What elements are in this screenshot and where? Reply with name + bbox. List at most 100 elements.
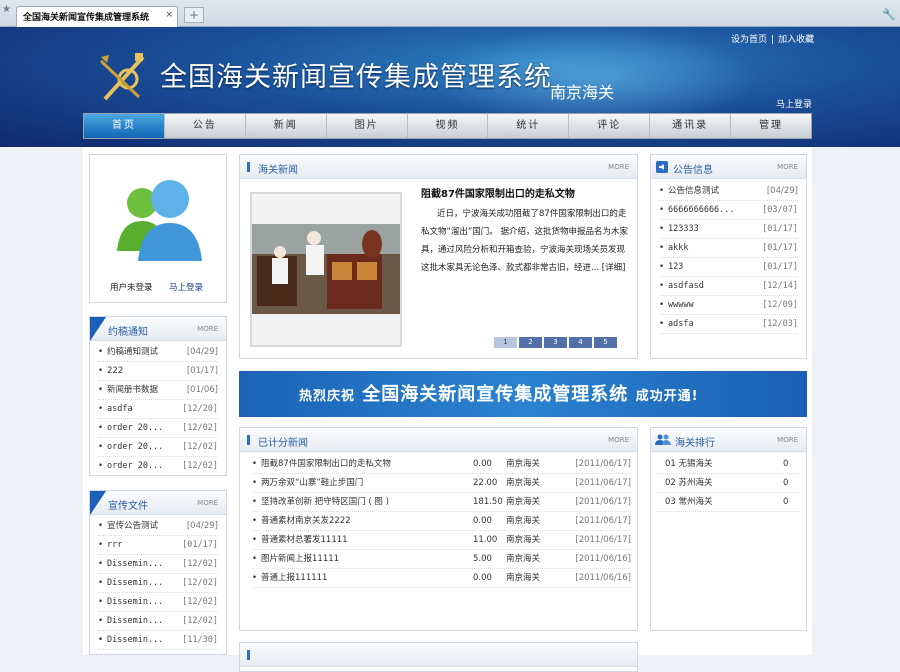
rank-row[interactable]: 01 无锡海关 0: [657, 455, 800, 474]
main-content: 用户未登录 马上登录 约稿通知 MORE 约稿通知测试[04/29] 222[0…: [83, 147, 812, 672]
banner-text: 热烈庆祝 全国海关新闻宣传集成管理系统 成功开通!: [299, 380, 699, 406]
list-item[interactable]: akkk[01/17]: [659, 239, 798, 258]
publicity-more-link[interactable]: MORE: [197, 499, 218, 507]
table-row[interactable]: 坚持改革创新 把守特区国门 ( 图 )181.50南京海关[2011/06/17…: [252, 493, 631, 512]
notices-panel: 公告信息 MORE 公告信息测试[04/29] 6666666666...[03…: [650, 154, 807, 359]
list-item[interactable]: Dissemin...[12/02]: [98, 593, 218, 612]
list-item[interactable]: 宣传公告测试[04/29]: [98, 517, 218, 536]
list-item[interactable]: order 20...[12/02]: [98, 419, 218, 438]
news-pager: 1 2 3 4 5: [494, 337, 617, 348]
list-item[interactable]: 约稿通知测试[04/29]: [98, 343, 218, 362]
publicity-title: 宣传文件: [108, 501, 148, 512]
speaker-icon: [656, 161, 668, 173]
nav-item-notices[interactable]: 公告: [165, 114, 246, 138]
customs-rank-panel: 海关排行 MORE 01 无锡海关 0 02 苏州海关 0 03 常州海关 0: [650, 427, 807, 631]
list-item[interactable]: Dissemin...[11/30]: [98, 631, 218, 650]
new-tab-button[interactable]: +: [184, 7, 204, 23]
news-header: 海关新闻 MORE: [240, 155, 637, 179]
list-item[interactable]: order 20...[12/02]: [98, 457, 218, 476]
scored-news-panel: 已计分新闻 MORE 阻截87件国家限制出口的走私文物0.00南京海关[2011…: [239, 427, 638, 631]
contrib-more-link[interactable]: MORE: [197, 325, 218, 333]
panel-marker: [247, 435, 250, 445]
table-row[interactable]: 阻截87件国家限制出口的走私文物0.00南京海关[2011/06/17]: [252, 455, 631, 474]
scored-title: 已计分新闻: [258, 438, 308, 449]
pager-item[interactable]: 2: [519, 337, 542, 348]
rank-list: 01 无锡海关 0 02 苏州海关 0 03 常州海关 0: [651, 452, 806, 512]
list-item[interactable]: Dissemin...[12/02]: [98, 555, 218, 574]
browser-tab-strip: ★ 全国海关新闻宣传集成管理系统 × + 🔧: [0, 0, 900, 27]
pager-item[interactable]: 4: [569, 337, 592, 348]
set-homepage-link[interactable]: 设为首页: [731, 35, 767, 45]
contrib-header: 约稿通知 MORE: [90, 317, 226, 341]
list-item[interactable]: adsfa[12/03]: [659, 315, 798, 334]
list-item[interactable]: Dissemin...[12/02]: [98, 612, 218, 631]
list-item[interactable]: Dissemin...[12/02]: [98, 574, 218, 593]
table-row[interactable]: 普通素材南京关发22220.00南京海关[2011/06/17]: [252, 512, 631, 531]
list-item[interactable]: 222[01/17]: [98, 362, 218, 381]
list-item[interactable]: asdfasd[12/14]: [659, 277, 798, 296]
notices-more-link[interactable]: MORE: [777, 163, 798, 171]
pager-item[interactable]: 5: [594, 337, 617, 348]
celebration-banner[interactable]: 热烈庆祝 全国海关新闻宣传集成管理系统 成功开通!: [239, 371, 807, 417]
news-photo-image: [252, 224, 400, 314]
next-panel-header: [240, 643, 637, 667]
list-item[interactable]: order 20...[12/02]: [98, 438, 218, 457]
nav-item-admin[interactable]: 管理: [731, 114, 811, 138]
contrib-panel: 约稿通知 MORE 约稿通知测试[04/29] 222[01/17] 新闻册书数…: [89, 316, 227, 476]
pager-item[interactable]: 3: [544, 337, 567, 348]
nav-item-video[interactable]: 视频: [408, 114, 489, 138]
list-item[interactable]: 6666666666...[03/07]: [659, 201, 798, 220]
scored-more-link[interactable]: MORE: [608, 436, 629, 444]
scored-list: 阻截87件国家限制出口的走私文物0.00南京海关[2011/06/17] 两万余…: [240, 452, 637, 588]
list-item[interactable]: 123333[01/17]: [659, 220, 798, 239]
rank-row[interactable]: 02 苏州海关 0: [657, 474, 800, 493]
site-title: 全国海关新闻宣传集成管理系统: [160, 62, 552, 93]
browser-tab-title: 全国海关新闻宣传集成管理系统: [23, 13, 150, 23]
panel-marker: [247, 650, 250, 660]
rank-more-link[interactable]: MORE: [777, 436, 798, 444]
publicity-panel: 宣传文件 MORE 宣传公告测试[04/29] rrr[01/17] Disse…: [89, 490, 227, 655]
pager-item[interactable]: 1: [494, 337, 517, 348]
news-more-link[interactable]: MORE: [608, 163, 629, 171]
table-row[interactable]: 图片新闻上报111115.00南京海关[2011/06/16]: [252, 550, 631, 569]
list-item[interactable]: asdfa[12/20]: [98, 400, 218, 419]
next-panel-partial: [239, 642, 638, 672]
news-title: 海关新闻: [258, 165, 298, 176]
customs-news-panel: 海关新闻 MORE 阻截87件国家限制出口的走私文物 近日，宁波海关成功阻截了8…: [239, 154, 638, 359]
rank-header: 海关排行 MORE: [651, 428, 806, 452]
list-item[interactable]: 123[01/17]: [659, 258, 798, 277]
scored-header: 已计分新闻 MORE: [240, 428, 637, 452]
rank-title: 海关排行: [675, 438, 715, 449]
users-icon: [655, 434, 671, 445]
nav-item-stats[interactable]: 统计: [488, 114, 570, 138]
list-item[interactable]: rrr[01/17]: [98, 536, 218, 555]
tools-wrench-icon[interactable]: 🔧: [882, 8, 896, 21]
main-nav: 首页 公告 新闻 图片 视频 统计 评论 通讯录 管理: [83, 113, 812, 139]
list-item[interactable]: 新闻册书数据[01/06]: [98, 381, 218, 400]
add-favorite-link[interactable]: 加入收藏: [778, 35, 814, 45]
table-row[interactable]: 普通上报1111110.00南京海关[2011/06/16]: [252, 569, 631, 588]
browser-tab[interactable]: 全国海关新闻宣传集成管理系统 ×: [16, 6, 178, 27]
customs-emblem-icon: [99, 53, 145, 101]
table-row[interactable]: 两万余双“山寨”鞋止步国门22.00南京海关[2011/06/17]: [252, 474, 631, 493]
nav-item-home[interactable]: 首页: [84, 114, 165, 138]
nav-item-contacts[interactable]: 通讯录: [650, 114, 732, 138]
nav-item-pictures[interactable]: 图片: [327, 114, 408, 138]
list-item[interactable]: wwwww[12/09]: [659, 296, 798, 315]
panel-marker: [247, 162, 250, 172]
nav-item-news[interactable]: 新闻: [246, 114, 327, 138]
nav-item-comments[interactable]: 评论: [569, 114, 651, 138]
header-login-link[interactable]: 马上登录: [776, 97, 812, 110]
user-login-link[interactable]: 马上登录: [169, 281, 203, 293]
publicity-list: 宣传公告测试[04/29] rrr[01/17] Dissemin...[12/…: [90, 515, 226, 650]
list-item[interactable]: 公告信息测试[04/29]: [659, 182, 798, 201]
notices-header: 公告信息 MORE: [651, 155, 806, 179]
news-photo[interactable]: [250, 192, 402, 347]
banner-suffix: 成功开通!: [635, 389, 699, 404]
close-tab-icon[interactable]: ×: [165, 10, 173, 20]
table-row[interactable]: 普通素材总署发1111111.00南京海关[2011/06/17]: [252, 531, 631, 550]
rank-row[interactable]: 03 常州海关 0: [657, 493, 800, 512]
user-status: 用户未登录: [110, 283, 153, 293]
news-headline[interactable]: 阻截87件国家限制出口的走私文物: [421, 185, 575, 200]
favorites-star-icon[interactable]: ★: [2, 4, 11, 15]
